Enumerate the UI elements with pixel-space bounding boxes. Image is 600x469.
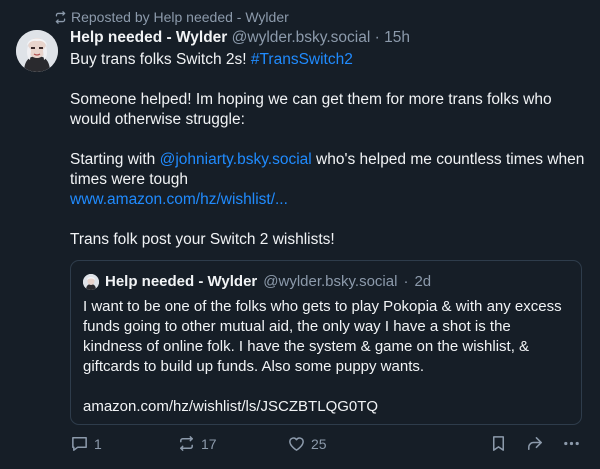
share-button[interactable]	[525, 434, 544, 453]
heart-icon	[289, 437, 304, 451]
post-paragraph-4: Trans folk post your Switch 2 wishlists!	[70, 231, 335, 248]
action-bar: 1 17 25	[0, 434, 600, 462]
quoted-post-body: I want to be one of the folks who gets t…	[83, 297, 573, 417]
quoted-avatar-image	[83, 273, 99, 290]
post-paragraph-3: Starting with @johniarty.bsky.social who…	[70, 150, 588, 190]
quoted-link[interactable]: amazon.com/hz/wishlist/ls/JSCZBTLQG0TQ	[83, 397, 573, 417]
avatar-image	[16, 30, 58, 72]
repost-label: Reposted by Help needed - Wylder	[71, 9, 289, 25]
quoted-post-header: Help needed - Wylder @wylder.bsky.social…	[83, 273, 431, 290]
separator: ·	[374, 29, 380, 46]
more-options-button[interactable]	[562, 434, 581, 453]
post-line-1-text: Buy trans folks Switch 2s!	[70, 51, 251, 68]
repost-action-icon	[180, 436, 193, 451]
post-paragraph-2: Someone helped! Im hoping we can get the…	[70, 91, 552, 128]
mention-link[interactable]: @johniarty.bsky.social	[160, 151, 312, 168]
quoted-avatar[interactable]	[83, 273, 99, 290]
post-time[interactable]: 15h	[384, 29, 410, 46]
reply-button[interactable]: 1	[70, 434, 102, 453]
repost-button[interactable]: 17	[177, 434, 217, 453]
reply-count: 1	[94, 435, 102, 452]
post[interactable]: Help needed - Wylder @wylder.bsky.social…	[70, 28, 588, 250]
hashtag-link[interactable]: #TransSwitch2	[251, 51, 353, 68]
repost-icon	[55, 10, 66, 24]
author-name[interactable]: Help needed - Wylder	[70, 29, 227, 46]
quoted-author-name[interactable]: Help needed - Wylder	[105, 273, 257, 290]
repost-indicator[interactable]: Reposted by Help needed - Wylder	[54, 9, 289, 25]
like-count: 25	[311, 435, 327, 452]
like-button[interactable]: 25	[287, 434, 327, 453]
repost-count: 17	[201, 435, 217, 452]
post-body: Buy trans folks Switch 2s! #TransSwitch2…	[70, 50, 588, 250]
quoted-text: I want to be one of the folks who gets t…	[83, 298, 562, 375]
reply-icon	[72, 437, 87, 451]
more-icon	[564, 441, 579, 446]
quoted-post-time[interactable]: 2d	[414, 273, 431, 290]
author-handle[interactable]: @wylder.bsky.social	[232, 29, 371, 46]
share-icon	[528, 437, 542, 450]
post-line-1: Buy trans folks Switch 2s! #TransSwitch2	[70, 50, 588, 70]
quoted-post[interactable]: Help needed - Wylder @wylder.bsky.social…	[70, 260, 582, 425]
wishlist-link[interactable]: www.amazon.com/hz/wishlist/...	[70, 191, 288, 208]
bookmark-icon	[492, 436, 505, 451]
quoted-author-handle[interactable]: @wylder.bsky.social	[263, 273, 397, 290]
para3-prefix: Starting with	[70, 151, 160, 168]
quoted-separator: ·	[403, 273, 409, 290]
bookmark-button[interactable]	[489, 434, 508, 453]
avatar[interactable]	[16, 30, 58, 72]
post-header: Help needed - Wylder @wylder.bsky.social…	[70, 28, 588, 48]
